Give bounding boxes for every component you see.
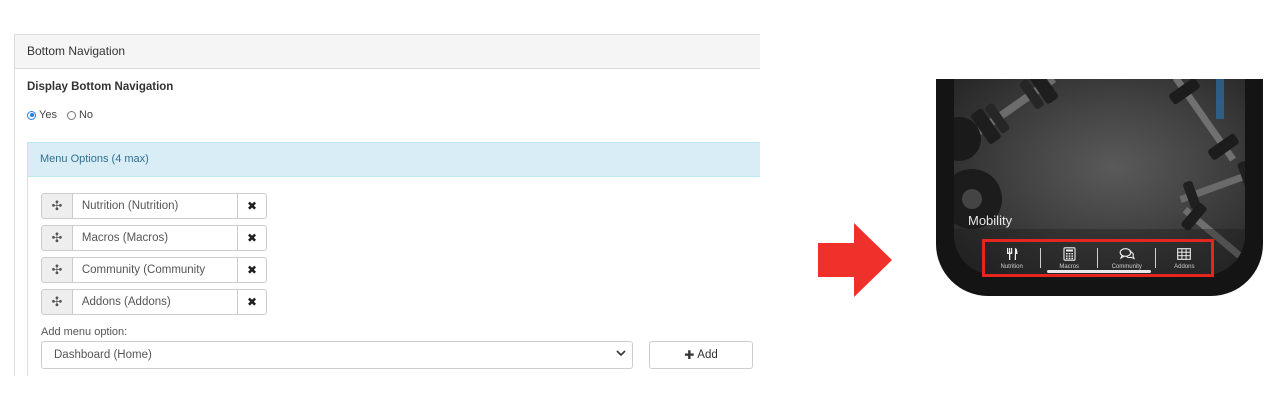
grid-table-icon bbox=[1177, 247, 1192, 261]
drag-handle-icon[interactable]: ✣ bbox=[41, 193, 73, 219]
remove-option-button[interactable]: ✖ bbox=[237, 257, 267, 283]
menu-option-input[interactable]: Community (Community bbox=[72, 257, 238, 283]
menu-option-row: ✣ Community (Community ✖ bbox=[41, 257, 267, 283]
menu-option-input[interactable]: Macros (Macros) bbox=[72, 225, 238, 251]
menu-options-heading: Menu Options (4 max) bbox=[28, 143, 760, 177]
drag-handle-icon[interactable]: ✣ bbox=[41, 257, 73, 283]
radio-yes-label: Yes bbox=[39, 109, 57, 121]
menu-option-select[interactable]: Dashboard (Home) bbox=[41, 341, 633, 369]
right-arrow-icon bbox=[818, 223, 892, 297]
nav-item-addons[interactable]: Addons bbox=[1159, 247, 1209, 270]
nav-label: Addons bbox=[1174, 263, 1195, 270]
menu-option-input[interactable]: Nutrition (Nutrition) bbox=[72, 193, 238, 219]
radio-yes[interactable]: Yes bbox=[27, 109, 57, 121]
drag-handle-icon[interactable]: ✣ bbox=[41, 289, 73, 315]
remove-option-button[interactable]: ✖ bbox=[237, 225, 267, 251]
add-button[interactable]: ✚ Add bbox=[649, 341, 753, 369]
remove-option-button[interactable]: ✖ bbox=[237, 193, 267, 219]
bottom-navigation-panel: Bottom Navigation Display Bottom Navigat… bbox=[14, 34, 760, 376]
display-bottom-navigation-label: Display Bottom Navigation bbox=[27, 81, 174, 93]
radio-no-indicator[interactable] bbox=[66, 110, 76, 120]
panel-heading: Bottom Navigation bbox=[15, 35, 760, 69]
nav-item-nutrition[interactable]: Nutrition bbox=[987, 247, 1037, 270]
menu-option-row: ✣ Addons (Addons) ✖ bbox=[41, 289, 267, 315]
add-button-label: Add bbox=[697, 349, 718, 361]
radio-no-label: No bbox=[78, 109, 94, 121]
nav-divider bbox=[1155, 248, 1157, 268]
menu-option-row: ✣ Macros (Macros) ✖ bbox=[41, 225, 267, 251]
nav-item-community[interactable]: Community bbox=[1102, 247, 1152, 270]
menu-option-row: ✣ Nutrition (Nutrition) ✖ bbox=[41, 193, 267, 219]
radio-no[interactable]: No bbox=[66, 109, 94, 121]
nav-divider bbox=[1039, 248, 1041, 268]
radio-yes-indicator[interactable] bbox=[27, 110, 36, 120]
select-value: Dashboard (Home) bbox=[54, 349, 152, 361]
nav-label: Community bbox=[1111, 263, 1142, 270]
nav-divider bbox=[1097, 248, 1099, 268]
fork-knife-icon bbox=[1005, 247, 1019, 261]
home-indicator bbox=[1047, 270, 1151, 273]
nav-item-macros[interactable]: Macros bbox=[1044, 246, 1094, 270]
plus-icon: ✚ bbox=[684, 348, 695, 362]
menu-options-panel: Menu Options (4 max) ✣ Nutrition (Nutrit… bbox=[27, 142, 760, 376]
calculator-icon bbox=[1063, 246, 1076, 261]
nav-label: Macros bbox=[1059, 263, 1080, 270]
menu-option-input[interactable]: Addons (Addons) bbox=[72, 289, 238, 315]
drag-handle-icon[interactable]: ✣ bbox=[41, 225, 73, 251]
chevron-down-icon bbox=[616, 342, 626, 368]
chat-bubbles-icon bbox=[1119, 247, 1135, 261]
screen-title: Mobility bbox=[968, 213, 1013, 228]
add-menu-option-label: Add menu option: bbox=[41, 326, 128, 338]
display-radio-group: Yes No bbox=[27, 109, 103, 121]
nav-label: Nutrition bbox=[1000, 263, 1023, 270]
remove-option-button[interactable]: ✖ bbox=[237, 289, 267, 315]
